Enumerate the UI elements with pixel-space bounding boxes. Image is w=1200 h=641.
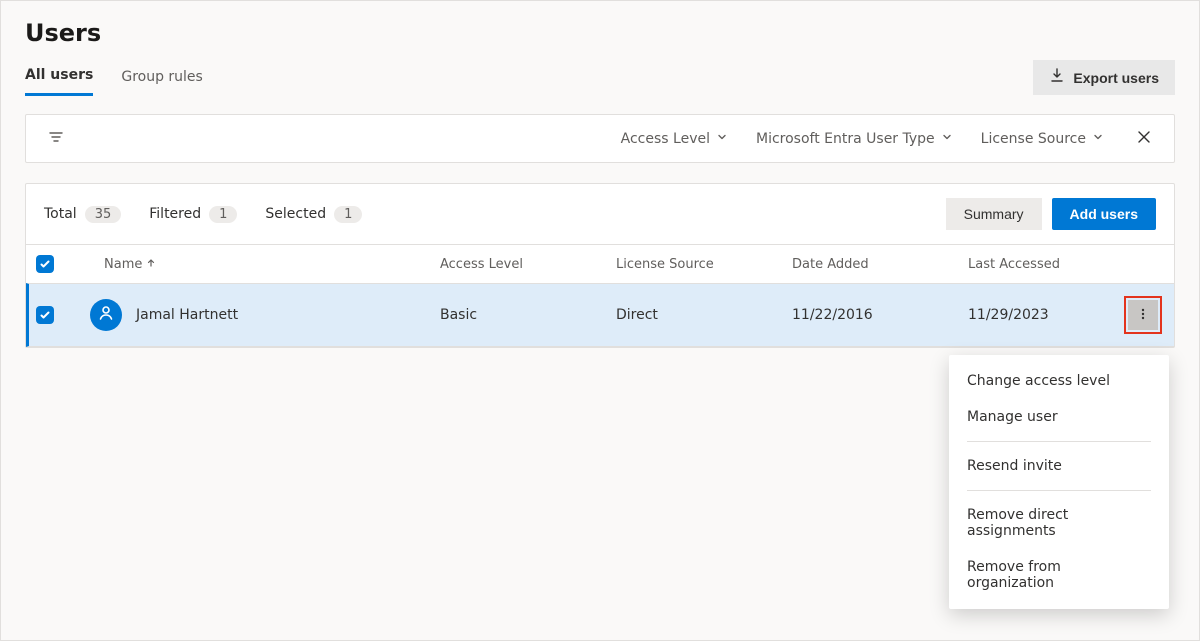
stat-selected-label: Selected bbox=[265, 206, 326, 222]
export-users-label: Export users bbox=[1073, 70, 1159, 86]
more-actions-highlight bbox=[1124, 296, 1162, 334]
select-all-checkbox[interactable] bbox=[36, 255, 54, 273]
cell-last-accessed: 11/29/2023 bbox=[968, 307, 1124, 323]
stat-selected-count: 1 bbox=[334, 206, 362, 223]
chevron-down-icon bbox=[1092, 131, 1104, 147]
more-actions-button[interactable] bbox=[1128, 300, 1158, 330]
filter-license-source[interactable]: License Source bbox=[981, 131, 1104, 147]
column-date-added[interactable]: Date Added bbox=[792, 257, 968, 272]
menu-resend-invite[interactable]: Resend invite bbox=[949, 448, 1169, 484]
person-icon bbox=[97, 304, 115, 326]
filter-access-level[interactable]: Access Level bbox=[621, 131, 728, 147]
menu-remove-direct-assignments[interactable]: Remove direct assignments bbox=[949, 497, 1169, 549]
table-header: Name Access Level License Source Date Ad… bbox=[26, 244, 1174, 283]
cell-access-level: Basic bbox=[440, 307, 616, 323]
stat-total-count: 35 bbox=[85, 206, 122, 223]
chevron-down-icon bbox=[716, 131, 728, 147]
menu-remove-from-organization[interactable]: Remove from organization bbox=[949, 549, 1169, 601]
filter-access-level-label: Access Level bbox=[621, 131, 710, 147]
close-icon bbox=[1136, 133, 1152, 148]
users-card: Total 35 Filtered 1 Selected 1 Summary A… bbox=[25, 183, 1175, 348]
clear-filters-button[interactable] bbox=[1132, 125, 1156, 152]
download-icon bbox=[1049, 68, 1065, 87]
cell-license-source: Direct bbox=[616, 307, 792, 323]
stat-total-label: Total bbox=[44, 206, 77, 222]
stat-filtered-count: 1 bbox=[209, 206, 237, 223]
column-name[interactable]: Name bbox=[90, 257, 440, 272]
column-last-accessed[interactable]: Last Accessed bbox=[968, 257, 1124, 272]
filter-user-type-label: Microsoft Entra User Type bbox=[756, 131, 935, 147]
context-menu: Change access level Manage user Resend i… bbox=[949, 355, 1169, 609]
table-row[interactable]: Jamal Hartnett Basic Direct 11/22/2016 1… bbox=[26, 283, 1174, 347]
stat-filtered: Filtered 1 bbox=[149, 206, 237, 223]
avatar bbox=[90, 299, 122, 331]
tab-all-users[interactable]: All users bbox=[25, 59, 93, 96]
column-access-level[interactable]: Access Level bbox=[440, 257, 616, 272]
user-name: Jamal Hartnett bbox=[136, 307, 238, 323]
menu-change-access-level[interactable]: Change access level bbox=[949, 363, 1169, 399]
tab-group-rules[interactable]: Group rules bbox=[121, 61, 203, 95]
chevron-down-icon bbox=[941, 131, 953, 147]
cell-date-added: 11/22/2016 bbox=[792, 307, 968, 323]
sort-ascending-icon bbox=[146, 257, 156, 272]
page-title: Users bbox=[1, 1, 1199, 47]
menu-divider bbox=[967, 441, 1151, 442]
menu-divider bbox=[967, 490, 1151, 491]
more-vertical-icon bbox=[1136, 307, 1150, 324]
filter-user-type[interactable]: Microsoft Entra User Type bbox=[756, 131, 953, 147]
column-name-label: Name bbox=[104, 257, 142, 272]
column-license-source[interactable]: License Source bbox=[616, 257, 792, 272]
export-users-button[interactable]: Export users bbox=[1033, 60, 1175, 95]
stats-row: Total 35 Filtered 1 Selected 1 Summary A… bbox=[26, 184, 1174, 244]
filter-button[interactable] bbox=[44, 125, 68, 152]
row-checkbox[interactable] bbox=[36, 306, 54, 324]
filter-license-source-label: License Source bbox=[981, 131, 1086, 147]
stat-total: Total 35 bbox=[44, 206, 121, 223]
filter-icon bbox=[48, 133, 64, 148]
filter-bar: Access Level Microsoft Entra User Type L… bbox=[25, 114, 1175, 163]
stat-selected: Selected 1 bbox=[265, 206, 362, 223]
menu-manage-user[interactable]: Manage user bbox=[949, 399, 1169, 435]
tab-bar: All users Group rules Export users bbox=[1, 47, 1199, 96]
add-users-button[interactable]: Add users bbox=[1052, 198, 1156, 230]
stat-filtered-label: Filtered bbox=[149, 206, 201, 222]
summary-button[interactable]: Summary bbox=[946, 198, 1042, 230]
